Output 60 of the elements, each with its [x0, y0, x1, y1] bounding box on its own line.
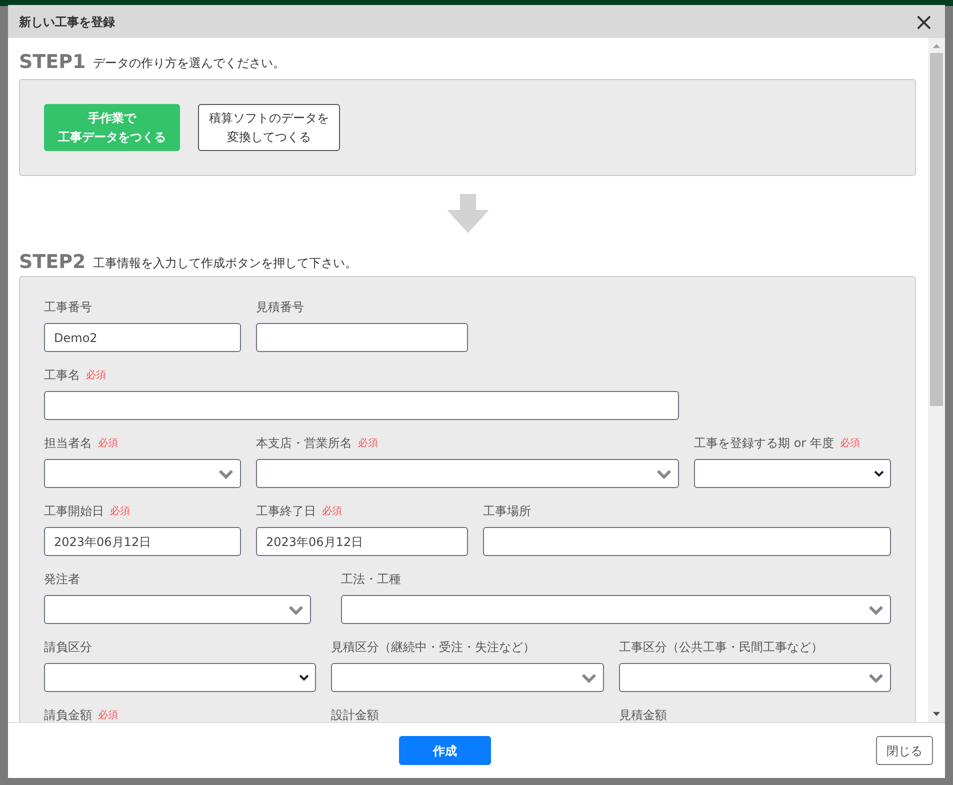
field-label: 工事名: [44, 367, 80, 384]
select-field[interactable]: [694, 459, 891, 488]
chevron-down-icon: [218, 468, 234, 478]
field-label: 工事区分（公共工事・民間工事など）: [619, 639, 823, 656]
select-field[interactable]: [341, 595, 891, 624]
field-label: 見積区分（継続中・受注・失注など）: [331, 639, 535, 656]
input-field[interactable]: [256, 323, 468, 352]
select-field[interactable]: [44, 595, 311, 624]
scroll-down-icon: [933, 712, 940, 716]
step-instruction: データの作り方を選んでください。: [92, 55, 285, 72]
chevron-down-icon: [288, 604, 304, 614]
input-field[interactable]: [44, 391, 679, 420]
field-label: 設計金額: [331, 707, 379, 722]
down-arrow-icon: [446, 194, 488, 233]
field-label: 担当者名: [44, 435, 92, 452]
chevron-down-icon: [299, 674, 309, 681]
select-field[interactable]: [44, 459, 241, 488]
option-button[interactable]: 積算ソフトのデータを 変換してつくる: [198, 104, 340, 151]
input-field[interactable]: 2023年06月12日: [44, 527, 241, 556]
close-button[interactable]: 閉じる: [876, 736, 933, 765]
field-label: 見積金額: [619, 707, 667, 722]
field-label: 見積番号: [256, 299, 304, 316]
field-label: 工事場所: [483, 503, 531, 520]
required-mark: 必須: [86, 368, 106, 382]
required-mark: 必須: [840, 436, 860, 450]
field-label: 本支店・営業所名: [256, 435, 352, 452]
required-mark: 必須: [98, 708, 118, 722]
step-label: STEP2: [19, 253, 86, 272]
field-label: 請負金額: [44, 707, 92, 722]
input-field[interactable]: [483, 527, 891, 556]
input-field[interactable]: Demo2: [44, 323, 241, 352]
field-label: 工事番号: [44, 299, 92, 316]
chevron-down-icon: [874, 470, 884, 477]
required-mark: 必須: [322, 504, 342, 518]
required-mark: 必須: [358, 436, 378, 450]
close-button[interactable]: ×: [914, 10, 934, 34]
field-label: 工事開始日: [44, 503, 104, 520]
field-label: 請負区分: [44, 639, 92, 656]
field-label: 工事終了日: [256, 503, 316, 520]
scrollbar[interactable]: [928, 38, 945, 722]
chevron-down-icon: [868, 604, 884, 614]
chevron-down-icon: [868, 672, 884, 682]
field-label: 発注者: [44, 571, 80, 588]
scroll-up-icon: [933, 44, 940, 48]
field-label: 工事を登録する期 or 年度: [694, 435, 834, 452]
select-field[interactable]: [619, 663, 891, 692]
required-mark: 必須: [110, 504, 130, 518]
input-field[interactable]: 2023年06月12日: [256, 527, 468, 556]
select-field[interactable]: [44, 663, 316, 692]
select-field[interactable]: [256, 459, 679, 488]
chevron-down-icon: [656, 468, 672, 478]
step-label: STEP1: [19, 53, 86, 72]
chevron-down-icon: [581, 672, 597, 682]
field-label: 工法・工種: [341, 571, 401, 588]
step-instruction: 工事情報を入力して作成ボタンを押して下さい。: [92, 255, 357, 272]
dialog-title: 新しい工事を登録: [19, 14, 115, 30]
select-field[interactable]: [331, 663, 604, 692]
create-button[interactable]: 作成: [399, 736, 491, 765]
scrollbar-thumb[interactable]: [930, 53, 943, 406]
required-mark: 必須: [98, 436, 118, 450]
